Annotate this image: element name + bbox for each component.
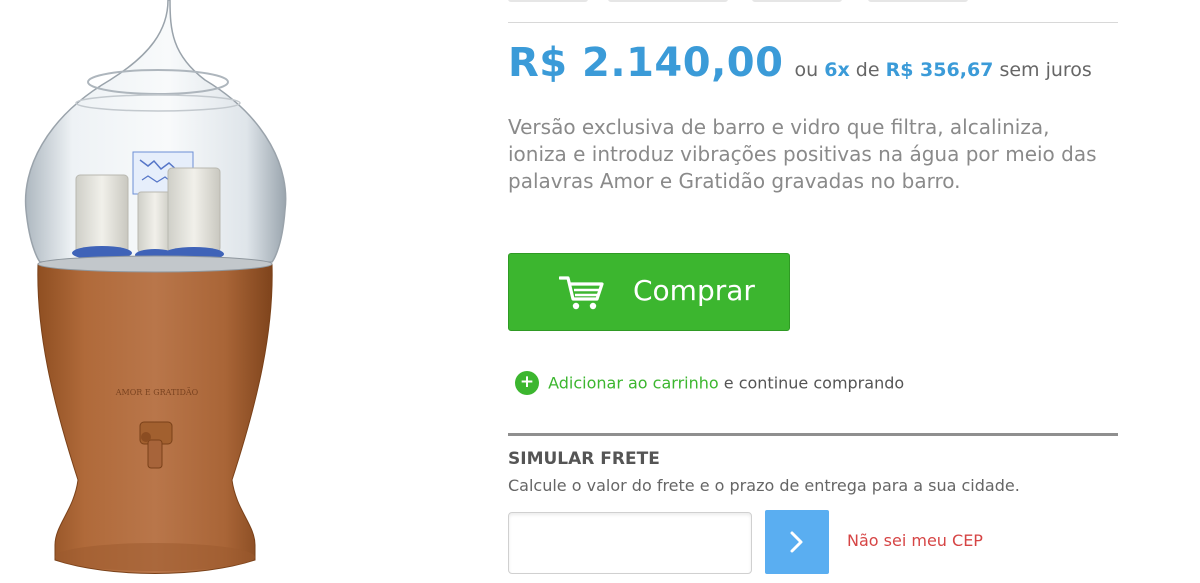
add-to-cart-link[interactable]: Adicionar ao carrinho — [548, 374, 719, 393]
cep-input[interactable] — [508, 512, 752, 574]
product-photo: AMOR E GRATIDÃO — [0, 0, 440, 583]
installments-count: 6x — [824, 59, 850, 81]
chevron-right-icon — [790, 531, 803, 553]
cut-off-heading — [508, 0, 1068, 4]
top-divider — [508, 22, 1118, 23]
of-label: de — [855, 59, 880, 81]
buy-button-label: Comprar — [633, 274, 755, 307]
installment-value: R$ 356,67 — [885, 59, 994, 81]
add-to-cart-row: + Adicionar ao carrinho e continue compr… — [515, 371, 904, 395]
buy-button[interactable]: Comprar — [508, 253, 790, 331]
plus-icon[interactable]: + — [515, 371, 539, 395]
installment-info: ou 6x de R$ 356,67 sem juros — [795, 59, 1092, 81]
cep-submit-button[interactable] — [765, 510, 829, 574]
shopping-cart-icon — [559, 276, 604, 310]
price-row: R$ 2.140,00 ou 6x de R$ 356,67 sem juros — [508, 40, 1092, 86]
price-main: R$ 2.140,00 — [508, 40, 784, 86]
product-page: AMOR E GRATIDÃO R$ 2.140,00 ou 6x de R$ … — [0, 0, 1200, 583]
shipping-description: Calcule o valor do frete e o prazo de en… — [508, 476, 1020, 495]
shipping-title: SIMULAR FRETE — [508, 449, 660, 469]
unknown-cep-link[interactable]: Não sei meu CEP — [847, 531, 983, 550]
engraving-text: AMOR E GRATIDÃO — [115, 388, 199, 397]
water-filter-illustration: AMOR E GRATIDÃO — [24, 0, 287, 574]
product-description: Versão exclusiva de barro e vidro que fi… — [508, 115, 1097, 193]
continue-shopping-text: e continue comprando — [723, 373, 905, 393]
section-divider — [508, 433, 1118, 436]
interest-label: sem juros — [999, 59, 1092, 81]
or-label: ou — [794, 59, 819, 81]
